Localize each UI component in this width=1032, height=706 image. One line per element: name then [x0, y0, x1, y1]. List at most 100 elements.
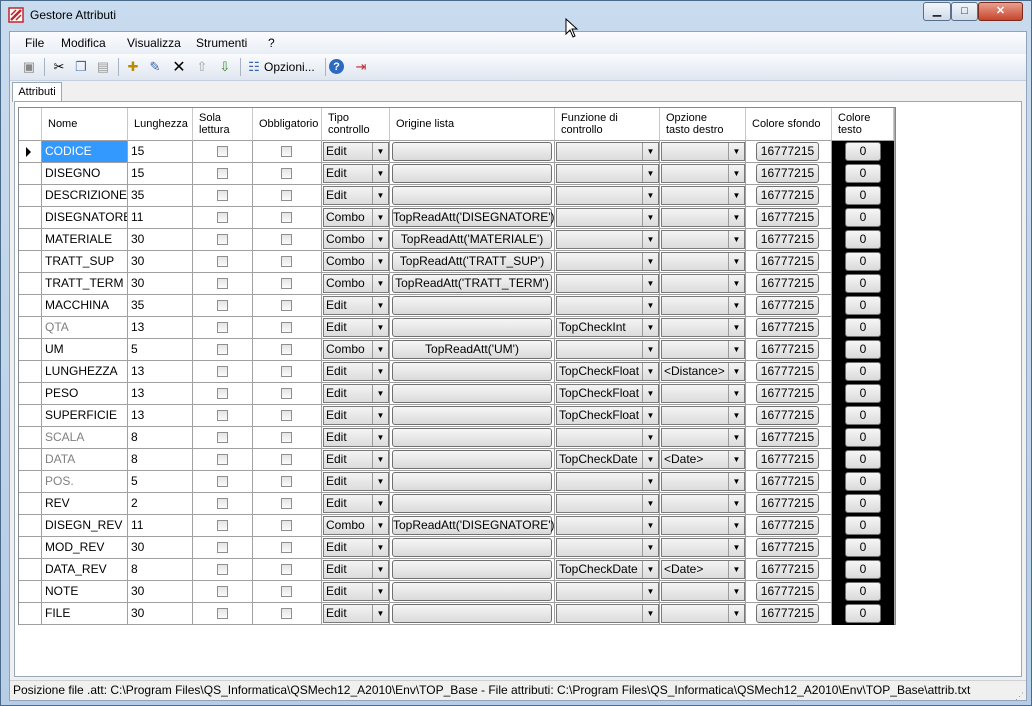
- obbligatorio-checkbox[interactable]: [281, 234, 292, 245]
- origine-lista-button[interactable]: TopReadAtt('DISEGNATORE'): [392, 208, 554, 227]
- cell-nome[interactable]: DISEGN_REV: [42, 515, 128, 537]
- opzione-tasto-destro-select[interactable]: ▼: [661, 208, 745, 227]
- row-header[interactable]: [19, 493, 42, 515]
- origine-lista-button[interactable]: [392, 362, 552, 381]
- colore-sfondo-button[interactable]: 16777215: [756, 604, 819, 623]
- origine-lista-button[interactable]: [392, 318, 552, 337]
- funzione-controllo-select[interactable]: ▼: [556, 208, 659, 227]
- row-header[interactable]: [19, 405, 42, 427]
- tipo-controllo-select[interactable]: Combo ▼: [323, 516, 389, 535]
- colore-testo-button[interactable]: 0: [845, 252, 881, 271]
- origine-lista-button[interactable]: [392, 406, 552, 425]
- header-tipo-controllo[interactable]: Tipo controllo: [322, 108, 390, 141]
- tab-attributi[interactable]: Attributi: [12, 82, 62, 102]
- tipo-controllo-select[interactable]: Edit ▼: [323, 494, 389, 513]
- sola-lettura-checkbox[interactable]: [217, 146, 228, 157]
- opzione-tasto-destro-select[interactable]: ▼: [661, 384, 745, 403]
- menu-help[interactable]: ?: [268, 36, 275, 50]
- table-row[interactable]: MATERIALE 30 Combo ▼ TopReadAtt('MATERIALE')…: [19, 229, 895, 251]
- origine-lista-button[interactable]: TopReadAtt('MATERIALE'): [392, 230, 552, 249]
- header-colore-sfondo[interactable]: Colore sfondo: [746, 108, 832, 141]
- colore-testo-button[interactable]: 0: [845, 340, 881, 359]
- row-header[interactable]: [19, 229, 42, 251]
- colore-testo-button[interactable]: 0: [845, 208, 881, 227]
- sola-lettura-checkbox[interactable]: [217, 278, 228, 289]
- colore-sfondo-button[interactable]: 16777215: [756, 428, 819, 447]
- colore-sfondo-button[interactable]: 16777215: [756, 208, 819, 227]
- colore-testo-button[interactable]: 0: [845, 186, 881, 205]
- funzione-controllo-select[interactable]: ▼: [556, 340, 659, 359]
- colore-testo-button[interactable]: 0: [845, 538, 881, 557]
- sola-lettura-checkbox[interactable]: [217, 344, 228, 355]
- opzione-tasto-destro-select[interactable]: ▼: [661, 472, 745, 491]
- paste-icon[interactable]: ▤: [94, 58, 112, 76]
- cell-lunghezza[interactable]: 13: [128, 383, 193, 405]
- colore-sfondo-button[interactable]: 16777215: [756, 274, 819, 293]
- opzione-tasto-destro-select[interactable]: ▼: [661, 296, 745, 315]
- sola-lettura-checkbox[interactable]: [217, 454, 228, 465]
- origine-lista-button[interactable]: [392, 538, 552, 557]
- title-bar[interactable]: Gestore Attributi ▁ □ ✕: [1, 1, 1031, 31]
- table-row[interactable]: FILE 30 Edit ▼ ▼ ▼ 16777215 0: [19, 603, 895, 625]
- origine-lista-button[interactable]: [392, 296, 552, 315]
- tipo-controllo-select[interactable]: Edit ▼: [323, 472, 389, 491]
- opzione-tasto-destro-select[interactable]: ▼: [661, 582, 745, 601]
- opzione-tasto-destro-select[interactable]: ▼: [661, 142, 745, 161]
- origine-lista-button[interactable]: [392, 472, 552, 491]
- cell-lunghezza[interactable]: 11: [128, 515, 193, 537]
- funzione-controllo-select[interactable]: ▼: [556, 582, 659, 601]
- sola-lettura-checkbox[interactable]: [217, 212, 228, 223]
- opzione-tasto-destro-select[interactable]: <Date> ▼: [661, 450, 745, 469]
- tipo-controllo-select[interactable]: Edit ▼: [323, 186, 389, 205]
- delete-icon[interactable]: ✕: [170, 58, 188, 76]
- obbligatorio-checkbox[interactable]: [281, 212, 292, 223]
- origine-lista-button[interactable]: [392, 604, 552, 623]
- add-attribute-icon[interactable]: ✚: [124, 58, 142, 76]
- colore-sfondo-button[interactable]: 16777215: [756, 494, 819, 513]
- tipo-controllo-select[interactable]: Combo ▼: [323, 252, 389, 271]
- origine-lista-button[interactable]: [392, 582, 552, 601]
- table-row[interactable]: DISEGNATORE 11 Combo ▼ TopReadAtt('DISEGNATO…: [19, 207, 895, 229]
- menu-file[interactable]: File: [25, 36, 44, 50]
- cell-nome[interactable]: SCALA: [42, 427, 128, 449]
- menu-strumenti[interactable]: Strumenti: [196, 36, 247, 50]
- cell-lunghezza[interactable]: 35: [128, 295, 193, 317]
- cell-nome[interactable]: MOD_REV: [42, 537, 128, 559]
- sola-lettura-checkbox[interactable]: [217, 256, 228, 267]
- sola-lettura-checkbox[interactable]: [217, 366, 228, 377]
- cell-lunghezza[interactable]: 35: [128, 185, 193, 207]
- table-row[interactable]: QTA 13 Edit ▼ TopCheckInt ▼ ▼ 16777215 0: [19, 317, 895, 339]
- table-row[interactable]: DESCRIZIONE 35 Edit ▼ ▼ ▼ 16777215 0: [19, 185, 895, 207]
- sola-lettura-checkbox[interactable]: [217, 520, 228, 531]
- cell-lunghezza[interactable]: 30: [128, 273, 193, 295]
- funzione-controllo-select[interactable]: ▼: [556, 230, 659, 249]
- cell-lunghezza[interactable]: 5: [128, 339, 193, 361]
- opzione-tasto-destro-select[interactable]: ▼: [661, 406, 745, 425]
- tipo-controllo-select[interactable]: Combo ▼: [323, 230, 389, 249]
- funzione-controllo-select[interactable]: TopCheckDate ▼: [556, 560, 659, 579]
- colore-sfondo-button[interactable]: 16777215: [756, 252, 819, 271]
- table-row[interactable]: DATA_REV 8 Edit ▼ TopCheckDate ▼ <Date> ▼ 167772…: [19, 559, 895, 581]
- cell-lunghezza[interactable]: 30: [128, 229, 193, 251]
- funzione-controllo-select[interactable]: ▼: [556, 538, 659, 557]
- funzione-controllo-select[interactable]: TopCheckDate ▼: [556, 450, 659, 469]
- obbligatorio-checkbox[interactable]: [281, 498, 292, 509]
- table-row[interactable]: TRATT_TERM 30 Combo ▼ TopReadAtt('TRATT_TERM…: [19, 273, 895, 295]
- obbligatorio-checkbox[interactable]: [281, 410, 292, 421]
- obbligatorio-checkbox[interactable]: [281, 322, 292, 333]
- row-header[interactable]: [19, 251, 42, 273]
- colore-sfondo-button[interactable]: 16777215: [756, 538, 819, 557]
- obbligatorio-checkbox[interactable]: [281, 520, 292, 531]
- origine-lista-button[interactable]: [392, 450, 552, 469]
- move-up-icon[interactable]: ⇧: [193, 58, 211, 76]
- sola-lettura-checkbox[interactable]: [217, 564, 228, 575]
- origine-lista-button[interactable]: [392, 428, 552, 447]
- funzione-controllo-select[interactable]: ▼: [556, 428, 659, 447]
- colore-testo-button[interactable]: 0: [845, 604, 881, 623]
- colore-testo-button[interactable]: 0: [845, 296, 881, 315]
- obbligatorio-checkbox[interactable]: [281, 344, 292, 355]
- cell-lunghezza[interactable]: 15: [128, 163, 193, 185]
- origine-lista-button[interactable]: [392, 560, 552, 579]
- colore-sfondo-button[interactable]: 16777215: [756, 340, 819, 359]
- cell-nome[interactable]: NOTE: [42, 581, 128, 603]
